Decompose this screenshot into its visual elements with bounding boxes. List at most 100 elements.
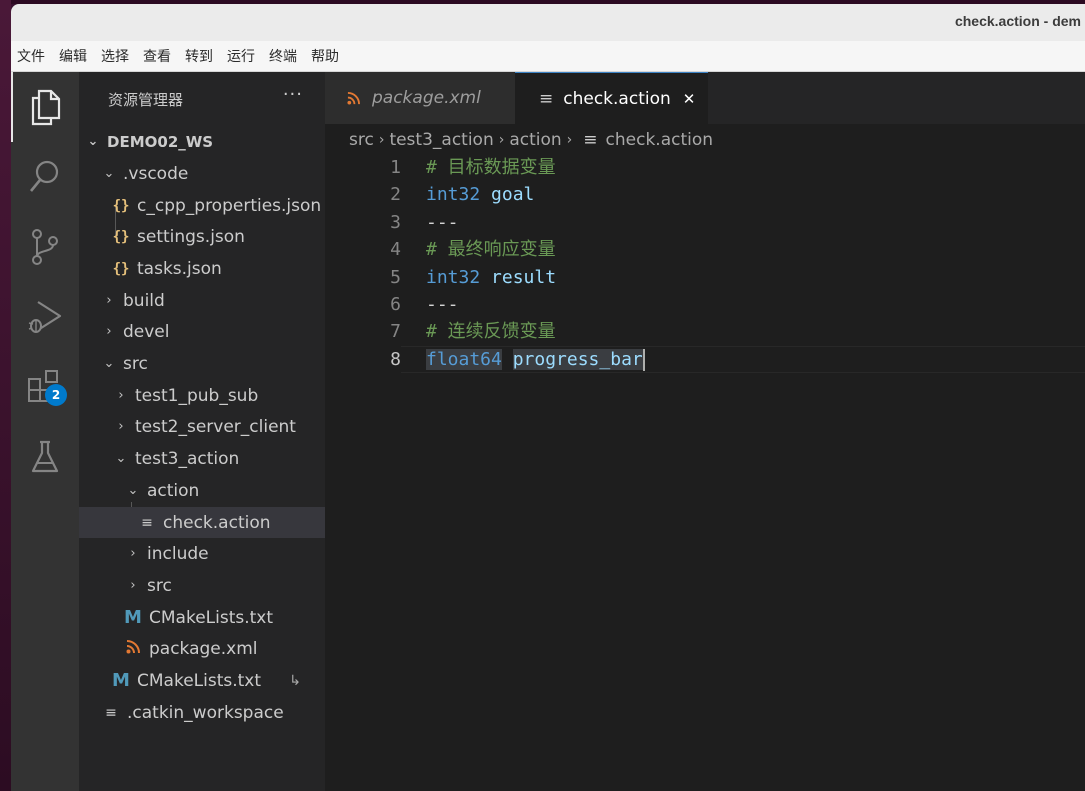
sidebar-header: 资源管理器 ··· [79,72,325,124]
code-line[interactable]: 4 # 最终响应变量 [325,236,1085,263]
sidebar-title: 资源管理器 [108,91,184,109]
line-number: 8 [390,348,401,370]
breadcrumb-item[interactable]: check.action [606,130,714,150]
chevron-right-icon: › [130,546,136,561]
menu-run[interactable]: 运行 [227,46,255,66]
code-line[interactable]: 5 int32 result [325,264,1085,291]
cmake-file-icon: M [124,607,142,628]
extensions-badge: 2 [45,384,67,406]
title-bar[interactable]: check.action - dem [11,4,1085,41]
menu-go[interactable]: 转到 [185,46,213,66]
tab-label: package.xml [372,88,481,108]
line-number: 5 [390,266,401,288]
testing-icon[interactable] [11,422,79,492]
explorer-icon[interactable] [11,72,79,142]
text-cursor [642,348,645,371]
text-file-icon: ≡ [141,514,153,531]
tab-check-action[interactable]: ≡ check.action ✕ [515,72,708,124]
chevron-down-icon: ⌄ [103,166,115,181]
code-text: --- [426,209,459,236]
code-token: --- [426,294,459,315]
tree-folder-vscode[interactable]: ⌄ .vscode [79,158,325,189]
breadcrumb-item[interactable]: test3_action [389,130,493,150]
tree-file-c-cpp-properties[interactable]: {} c_cpp_properties.json [79,190,325,221]
chevron-right-icon: › [118,419,124,434]
menu-bar: 文件 编辑 选择 查看 转到 运行 终端 帮助 [11,41,1085,72]
menu-help[interactable]: 帮助 [311,46,339,66]
code-text: # 目标数据变量 [426,154,556,181]
chevron-right-icon: › [118,388,124,403]
line-number: 4 [390,239,401,261]
tree-folder-devel[interactable]: › devel [79,316,325,347]
tree-file-tasks-json[interactable]: {} tasks.json [79,253,325,284]
tree-folder-src[interactable]: ⌄ src [79,348,325,379]
tree-file-settings-json[interactable]: {} settings.json [79,221,325,252]
search-icon[interactable] [11,142,79,212]
code-line[interactable]: 8 float64 progress_bar [325,346,1085,373]
chevron-down-icon: ⌄ [87,134,99,149]
source-control-icon[interactable] [11,212,79,282]
tree-folder-test2-server-client[interactable]: › test2_server_client [79,411,325,442]
menu-edit[interactable]: 编辑 [59,46,87,66]
json-file-icon: {} [112,197,130,214]
code-line[interactable]: 3 --- [325,209,1085,236]
extensions-icon[interactable] [11,352,79,422]
code-token: int32 [426,266,481,288]
menu-view[interactable]: 查看 [143,46,171,66]
code-token: # 连续反馈变量 [426,321,556,343]
code-line[interactable]: 6 --- [325,291,1085,318]
tree-file-cmakelists-test3[interactable]: M CMakeLists.txt [79,602,325,633]
activity-bar: 2 [11,72,79,791]
tree-file-catkin-workspace[interactable]: ≡ .catkin_workspace [79,697,325,728]
tree-folder-include[interactable]: › include [79,538,325,569]
run-debug-icon[interactable] [11,282,79,352]
rss-xml-file-icon [347,91,360,105]
code-text: float64 progress_bar [426,346,645,373]
tree-file-cmakelists-src[interactable]: M CMakeLists.txt ↳ [79,665,325,696]
explorer-sidebar: 资源管理器 ··· ⌄ DEMO02_WS ⌄ .vscode {} c_cpp… [79,72,325,791]
code-token: # 最终响应变量 [426,239,556,261]
text-file-icon: ≡ [583,130,598,150]
code-text: # 最终响应变量 [426,236,556,263]
code-token: progress_bar [512,348,643,370]
rss-xml-file-icon [123,639,143,658]
text-file-icon: ≡ [105,704,117,721]
tree-folder-action[interactable]: ⌄ action [79,475,325,506]
editor-area: package.xml ≡ check.action ✕ src › test3… [325,72,1085,791]
code-token: goal [491,184,535,206]
menu-file[interactable]: 文件 [17,46,45,66]
chevron-down-icon: ⌄ [127,483,139,498]
code-token: # 目标数据变量 [426,157,556,178]
tree-folder-test3-action[interactable]: ⌄ test3_action [79,443,325,474]
code-text: --- [426,291,459,318]
tree-file-package-xml[interactable]: package.xml [79,633,325,664]
close-icon[interactable]: ✕ [683,90,696,108]
tree-folder-src-sub[interactable]: › src [79,570,325,601]
tab-package-xml[interactable]: package.xml [325,72,515,124]
json-file-icon: {} [112,260,130,277]
line-number: 2 [390,184,401,206]
vscode-window: check.action - dem 文件 编辑 选择 查看 转到 运行 终端 … [11,4,1085,791]
line-number: 1 [390,157,401,178]
tree-folder-demo02-ws[interactable]: ⌄ DEMO02_WS [79,126,325,157]
code-token: float64 [426,348,502,370]
symlink-icon: ↳ [289,672,301,689]
breadcrumb-item[interactable]: action [509,130,561,150]
tree-file-check-action[interactable]: ≡ check.action [79,507,325,538]
breadcrumb-item[interactable]: src [349,130,374,150]
code-line[interactable]: 7 # 连续反馈变量 [325,318,1085,345]
chevron-down-icon: ⌄ [115,451,127,466]
code-token: result [491,266,557,288]
tree-folder-test1-pub-sub[interactable]: › test1_pub_sub [79,380,325,411]
code-line[interactable]: 2 int32 goal [325,181,1085,208]
tab-label: check.action [563,88,671,109]
line-number: 3 [390,211,401,233]
menu-selection[interactable]: 选择 [101,46,129,66]
code-text: int32 result [426,264,556,291]
tree-folder-build[interactable]: › build [79,285,325,316]
more-actions-icon[interactable]: ··· [283,84,303,105]
code-line[interactable]: 1 # 目标数据变量 [325,154,1085,181]
menu-terminal[interactable]: 终端 [269,46,297,66]
code-text: # 连续反馈变量 [426,318,556,345]
